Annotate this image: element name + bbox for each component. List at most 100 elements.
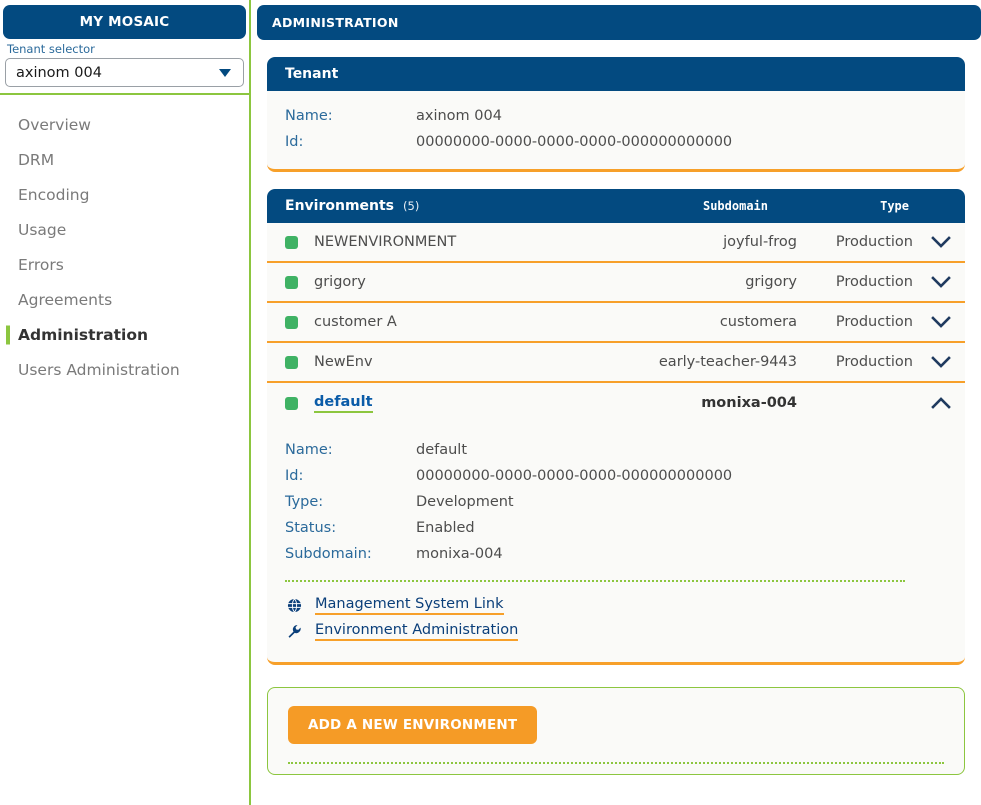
brand-label: MY MOSAIC: [80, 14, 170, 30]
sidebar-item-label: Administration: [18, 326, 148, 344]
detail-status-row: Status: Enabled: [285, 515, 947, 541]
status-indicator-icon: [285, 356, 298, 369]
column-header-type: Type: [768, 199, 913, 213]
sidebar-item-label: DRM: [18, 151, 54, 169]
tenant-selector-value: axinom 004: [16, 65, 102, 81]
status-indicator-icon: [285, 397, 298, 410]
environment-subdomain: monixa-004: [622, 395, 797, 411]
sidebar-item-label: Usage: [18, 221, 66, 239]
sidebar-item-label: Encoding: [18, 186, 89, 204]
sidebar-item-administration[interactable]: Administration: [0, 317, 249, 352]
sidebar: MY MOSAIC Tenant selector axinom 004 Ove…: [0, 0, 251, 805]
application-root: MY MOSAIC Tenant selector axinom 004 Ove…: [0, 0, 981, 805]
tenant-id-value: 00000000-0000-0000-0000-000000000000: [416, 129, 732, 155]
detail-subdomain-key: Subdomain:: [285, 541, 416, 567]
environment-name-link[interactable]: default: [314, 394, 373, 413]
table-row[interactable]: NewEnv early-teacher-9443 Production: [267, 343, 965, 383]
tenant-selector-label: Tenant selector: [5, 42, 244, 56]
tenant-name-value: axinom 004: [416, 103, 502, 129]
tenant-card-title: Tenant: [285, 66, 338, 82]
environment-type: Production: [797, 234, 917, 250]
tenant-selector-section: Tenant selector axinom 004: [0, 39, 249, 95]
main-content: ADMINISTRATION Tenant Name: axinom 004 I…: [251, 0, 981, 805]
environment-administration-link-label[interactable]: Environment Administration: [315, 622, 518, 641]
environments-count: (5): [403, 199, 419, 213]
globe-icon: [285, 598, 303, 613]
table-row[interactable]: NEWENVIRONMENT joyful-frog Production: [267, 223, 965, 263]
column-header-subdomain: Subdomain: [593, 199, 768, 213]
sidebar-item-overview[interactable]: Overview: [0, 107, 249, 142]
chevron-down-icon[interactable]: [917, 276, 951, 289]
add-new-environment-button[interactable]: ADD A NEW ENVIRONMENT: [288, 706, 537, 744]
tenant-id-row: Id: 00000000-0000-0000-0000-000000000000: [285, 129, 947, 155]
environment-subdomain: joyful-frog: [622, 234, 797, 250]
environments-card: Environments (5) Subdomain Type NEWENVIR…: [267, 189, 965, 665]
table-row-expanded[interactable]: default monixa-004: [267, 383, 965, 423]
sidebar-item-errors[interactable]: Errors: [0, 247, 249, 282]
detail-type-key: Type:: [285, 489, 416, 515]
detail-subdomain-row: Subdomain: monixa-004: [285, 541, 947, 567]
environment-type: Production: [797, 354, 917, 370]
status-indicator-icon: [285, 236, 298, 249]
detail-status-value: Enabled: [416, 515, 475, 541]
sidebar-nav: Overview DRM Encoding Usage Errors Agree…: [0, 95, 249, 387]
sidebar-item-label: Agreements: [18, 291, 112, 309]
sidebar-item-users-administration[interactable]: Users Administration: [0, 352, 249, 387]
detail-subdomain-value: monixa-004: [416, 541, 503, 567]
management-system-link-row[interactable]: Management System Link: [285, 592, 947, 618]
sidebar-item-label: Users Administration: [18, 361, 180, 379]
page-title-label: ADMINISTRATION: [272, 15, 399, 30]
table-row[interactable]: grigory grigory Production: [267, 263, 965, 303]
table-row[interactable]: customer A customera Production: [267, 303, 965, 343]
sidebar-item-agreements[interactable]: Agreements: [0, 282, 249, 317]
environment-subdomain: customera: [622, 314, 797, 330]
add-card-divider: [288, 762, 944, 764]
environment-type: Production: [797, 314, 917, 330]
detail-name-row: Name: default: [285, 437, 947, 463]
management-system-link-label[interactable]: Management System Link: [315, 596, 504, 615]
environment-type: Production: [797, 274, 917, 290]
environment-name: NEWENVIRONMENT: [314, 234, 456, 250]
chevron-up-icon[interactable]: [917, 397, 951, 410]
add-environment-card: ADD A NEW ENVIRONMENT: [267, 687, 965, 775]
page-title: ADMINISTRATION: [257, 5, 981, 40]
detail-type-value: Development: [416, 489, 514, 515]
tenant-card-header: Tenant: [267, 57, 965, 91]
detail-status-key: Status:: [285, 515, 416, 541]
detail-name-key: Name:: [285, 437, 416, 463]
environments-card-header: Environments (5) Subdomain Type: [267, 189, 965, 223]
tenant-selector-dropdown[interactable]: axinom 004: [5, 58, 244, 87]
status-indicator-icon: [285, 316, 298, 329]
detail-id-key: Id:: [285, 463, 416, 489]
wrench-icon: [285, 624, 303, 639]
detail-type-row: Type: Development: [285, 489, 947, 515]
status-indicator-icon: [285, 276, 298, 289]
environment-name: NewEnv: [314, 354, 373, 370]
environment-administration-link-row[interactable]: Environment Administration: [285, 618, 947, 644]
environment-subdomain: grigory: [622, 274, 797, 290]
sidebar-item-label: Errors: [18, 256, 64, 274]
tenant-name-key: Name:: [285, 103, 416, 129]
chevron-down-icon[interactable]: [917, 356, 951, 369]
detail-divider: [285, 580, 905, 582]
sidebar-item-drm[interactable]: DRM: [0, 142, 249, 177]
brand-title: MY MOSAIC: [3, 5, 246, 39]
tenant-id-key: Id:: [285, 129, 416, 155]
environment-detail-panel: Name: default Id: 00000000-0000-0000-000…: [267, 423, 965, 665]
chevron-down-icon[interactable]: [917, 236, 951, 249]
detail-id-value: 00000000-0000-0000-0000-000000000000: [416, 463, 732, 489]
tenant-name-row: Name: axinom 004: [285, 103, 947, 129]
detail-id-row: Id: 00000000-0000-0000-0000-000000000000: [285, 463, 947, 489]
detail-name-value: default: [416, 437, 467, 463]
sidebar-item-encoding[interactable]: Encoding: [0, 177, 249, 212]
chevron-down-icon[interactable]: [917, 316, 951, 329]
environment-subdomain: early-teacher-9443: [622, 354, 797, 370]
tenant-card-body: Name: axinom 004 Id: 00000000-0000-0000-…: [267, 91, 965, 169]
sidebar-item-label: Overview: [18, 116, 91, 134]
environments-card-title: Environments: [285, 198, 394, 214]
tenant-card: Tenant Name: axinom 004 Id: 00000000-000…: [267, 57, 965, 172]
sidebar-item-usage[interactable]: Usage: [0, 212, 249, 247]
environment-name: customer A: [314, 314, 397, 330]
environment-name: grigory: [314, 274, 366, 290]
chevron-down-icon: [219, 69, 231, 77]
